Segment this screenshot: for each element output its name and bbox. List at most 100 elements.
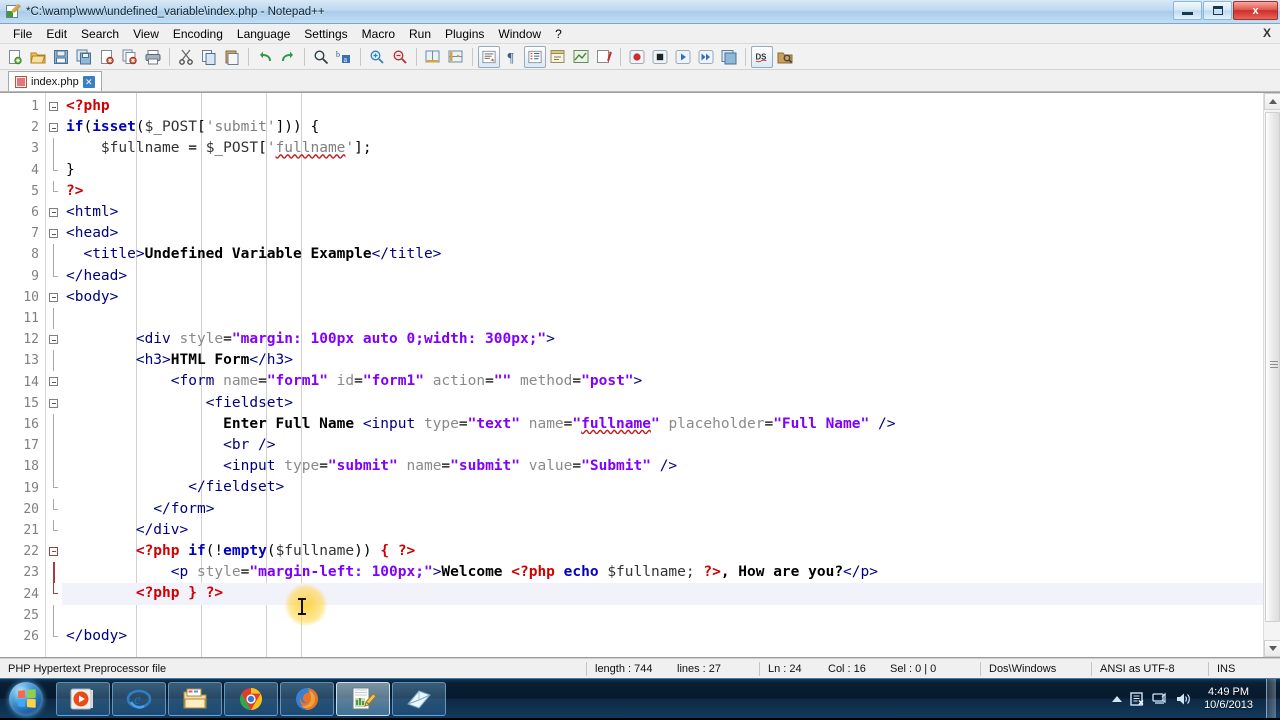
scrollbar-thumb[interactable] [1265,112,1280,622]
taskbar-file-explorer[interactable] [168,681,222,716]
sync-horizontal-icon[interactable] [445,46,467,68]
redo-icon[interactable] [277,46,299,68]
start-button[interactable] [2,681,50,717]
fold-collapse-icon[interactable] [49,207,58,217]
code-line[interactable]: <fieldset> [62,393,1280,414]
menu-item-run[interactable]: Run [402,25,438,43]
save-macro-icon[interactable] [718,46,740,68]
code-line[interactable]: </body> [62,626,1280,647]
action-center-icon[interactable] [1129,691,1145,707]
code-line[interactable]: </div> [62,520,1280,541]
user-defined-dlg-icon[interactable] [547,46,569,68]
zoom-out-icon[interactable] [389,46,411,68]
menu-item-window[interactable]: Window [491,25,548,43]
copy-icon[interactable] [198,46,220,68]
fold-marker[interactable] [46,604,62,626]
record-macro-icon[interactable] [626,46,648,68]
menu-item-file[interactable]: File [6,25,39,43]
menu-item-settings[interactable]: Settings [297,25,354,43]
taskbar-notepad-plus-plus[interactable] [336,681,390,716]
code-line[interactable]: <input type="submit" name="submit" value… [62,456,1280,477]
run-multi-macro-icon[interactable] [695,46,717,68]
fold-marker[interactable] [46,435,62,457]
taskbar-media-player[interactable] [56,681,110,716]
code-line[interactable]: <?php [62,96,1280,117]
show-all-chars-icon[interactable]: ¶ [501,46,523,68]
code-line[interactable]: <body> [62,287,1280,308]
replace-icon[interactable]: ba [333,46,355,68]
fold-collapse-icon[interactable] [49,123,58,133]
code-line[interactable]: } [62,160,1280,181]
fold-marker[interactable] [46,456,62,478]
menu-item-view[interactable]: View [126,25,166,43]
fold-marker[interactable] [46,180,62,202]
paste-icon[interactable] [221,46,243,68]
fold-collapse-icon[interactable] [49,292,58,302]
find-icon[interactable] [310,46,332,68]
taskbar-chrome[interactable] [224,681,278,716]
menu-item-edit[interactable]: Edit [39,25,74,43]
fold-marker[interactable] [46,287,62,308]
code-line[interactable]: <html> [62,202,1280,223]
fold-marker[interactable] [46,393,62,414]
code-line[interactable]: <h3>HTML Form</h3> [62,350,1280,371]
code-line[interactable]: <div style="margin: 100px auto 0;width: … [62,329,1280,350]
print-icon[interactable] [142,46,164,68]
fold-collapse-icon[interactable] [49,546,58,556]
fold-marker[interactable] [46,138,62,160]
code-folding-gutter[interactable] [46,93,62,657]
taskbar-internet-explorer[interactable]: e [112,681,166,716]
save-icon[interactable] [50,46,72,68]
code-line[interactable]: <form name="form1" id="form1" action="" … [62,371,1280,392]
code-line[interactable]: $fullname = $_POST['fullname']; [62,138,1280,159]
menu-item-encoding[interactable]: Encoding [166,25,230,43]
zoom-in-icon[interactable] [366,46,388,68]
word-wrap-icon[interactable] [478,45,500,68]
fold-marker[interactable] [46,117,62,138]
function-list-icon[interactable] [593,46,615,68]
code-line[interactable]: <head> [62,223,1280,244]
menu-item-language[interactable]: Language [230,25,297,43]
fold-marker[interactable] [46,371,62,392]
code-line[interactable]: </form> [62,499,1280,520]
minimize-button[interactable] [1173,1,1202,20]
indent-guide-icon[interactable] [524,45,546,68]
fold-marker[interactable] [46,159,62,181]
fold-marker[interactable] [46,625,62,647]
volume-icon[interactable] [1175,691,1191,707]
fold-collapse-icon[interactable] [49,102,58,111]
fold-marker[interactable] [46,96,62,117]
open-file-icon[interactable] [27,46,49,68]
save-all-icon[interactable] [73,46,95,68]
code-text-area[interactable]: <?php if(isset($_POST['submit'])) { $full… [62,93,1280,657]
fold-marker[interactable] [46,307,62,330]
menu-item-[interactable]: ? [548,25,569,43]
fold-marker[interactable] [46,329,62,350]
fold-collapse-icon[interactable] [49,377,58,387]
fold-marker[interactable] [46,498,62,520]
show-hidden-icons-arrow-icon[interactable] [1112,695,1123,702]
cut-icon[interactable] [175,46,197,68]
code-line[interactable]: </fieldset> [62,477,1280,498]
fold-marker[interactable] [46,562,62,584]
code-line[interactable] [62,308,1280,329]
fold-marker[interactable] [46,519,62,541]
code-line[interactable]: <title>Undefined Variable Example</title… [62,244,1280,265]
code-line[interactable]: Enter Full Name <input type="text" name=… [62,414,1280,435]
fold-marker[interactable] [46,350,62,372]
sync-vertical-icon[interactable] [422,46,444,68]
clock[interactable]: 4:49 PM 10/6/2013 [1198,686,1259,712]
tab-index-php[interactable]: index.php ✕ [8,71,102,91]
taskbar-firefox[interactable] [280,681,334,716]
code-line[interactable]: ?> [62,181,1280,202]
ds-icon[interactable]: DS [751,45,773,68]
fold-marker[interactable] [46,223,62,244]
fold-collapse-icon[interactable] [49,398,58,408]
stop-macro-icon[interactable] [649,46,671,68]
code-editor[interactable]: 1 2 3 4 5 6 7 8 9 10 11 12 13 14 15 16 17 18 19 20 21 22 23 24 2… [0,92,1280,658]
fold-marker[interactable] [46,265,62,287]
show-desktop-button[interactable] [1266,679,1276,718]
maximize-restore-button[interactable] [1203,1,1232,20]
menu-item-macro[interactable]: Macro [355,25,402,43]
close-button[interactable]: x [1233,1,1278,20]
